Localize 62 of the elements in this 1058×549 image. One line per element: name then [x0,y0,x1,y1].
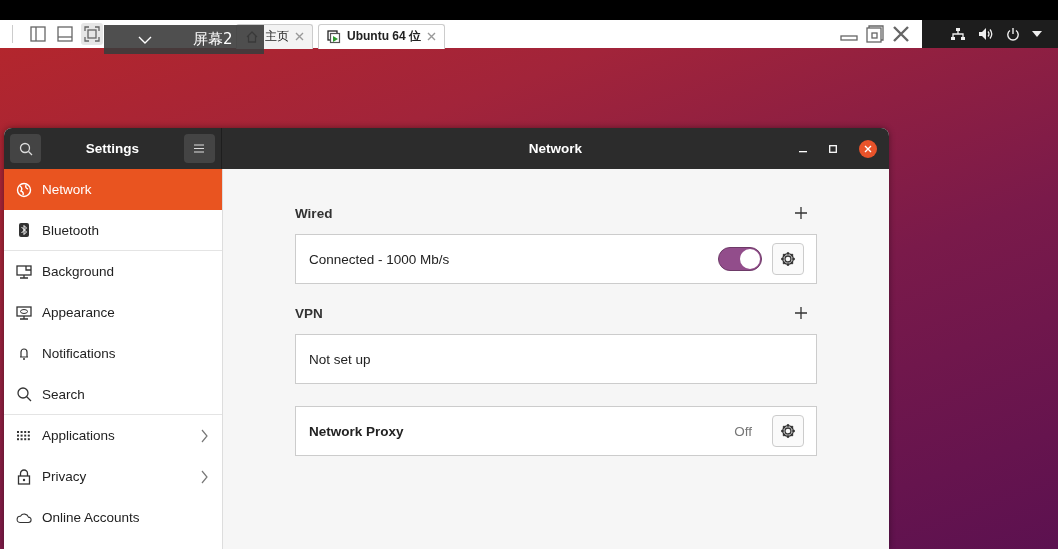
sidebar-item[interactable]: Bluetooth [4,210,222,251]
virtual-machine-icon [327,29,341,44]
plus-icon [795,207,807,219]
restore-icon[interactable] [866,25,884,43]
sidebar-item[interactable]: Online Accounts [4,497,222,538]
toggle-switch[interactable] [718,247,762,271]
monitor-icon [16,304,32,321]
menu-button[interactable] [184,134,215,163]
empty-state-text: Not set up [309,351,371,367]
chevron-right-icon [201,469,208,484]
maximize-icon [829,144,837,153]
sidebar-item[interactable]: Privacy [4,456,222,497]
close-icon [295,32,304,41]
minimize-icon [799,150,807,153]
close-icon [427,32,436,41]
sidebar-item[interactable]: Search [4,374,222,415]
fullscreen-icon [84,26,100,42]
sidebar-item[interactable]: Network [4,169,222,210]
window-title: Network [528,141,583,156]
section-title: Wired [295,205,333,221]
sidebar-item[interactable]: Notifications [4,333,222,374]
chevron-right-icon [201,428,208,443]
grid-icon [17,430,31,441]
tooltip: 屏幕2 [104,25,264,54]
search-icon [16,386,32,402]
vm-tab[interactable]: Ubuntu 64 位 [318,23,445,49]
close-icon[interactable] [892,25,910,43]
gear-icon [779,422,797,440]
sidebar-toggle-button[interactable] [27,23,49,45]
plus-icon [795,307,807,319]
bottom-panel-icon [57,26,73,42]
volume-icon [978,27,994,41]
close-button[interactable] [859,139,877,158]
fullscreen-button[interactable] [81,23,103,45]
gear-icon [779,250,797,268]
menu-icon [194,144,205,153]
close-icon [864,144,872,153]
connection-status: Connected - 1000 Mb/s [309,251,450,267]
lock-icon [17,468,31,485]
cloud-icon [16,511,32,524]
sidebar-item[interactable]: Appearance [4,292,222,333]
chevron-down-icon [137,34,153,45]
proxy-status: Off [734,423,752,439]
settings-button[interactable] [772,415,804,447]
network-icon [950,27,966,41]
proxy-label: Network Proxy [309,423,404,439]
bluetooth-icon [18,222,30,238]
search-button[interactable] [10,134,41,163]
sidebar-panel-icon [30,26,46,42]
dropdown-icon [1032,31,1042,37]
sidebar-item[interactable]: Background [4,251,222,292]
bell-icon [18,345,30,362]
globe-icon [16,181,32,198]
power-icon [1006,27,1020,41]
sidebar-item[interactable]: Applications [4,415,222,456]
bottom-panel-button[interactable] [54,23,76,45]
search-icon [18,141,33,156]
monitor-icon [16,263,32,280]
section-title: VPN [295,305,323,321]
settings-button[interactable] [772,243,804,275]
sidebar-title: Settings [85,141,140,156]
proxy-row[interactable]: Network Proxy Off [295,406,817,456]
